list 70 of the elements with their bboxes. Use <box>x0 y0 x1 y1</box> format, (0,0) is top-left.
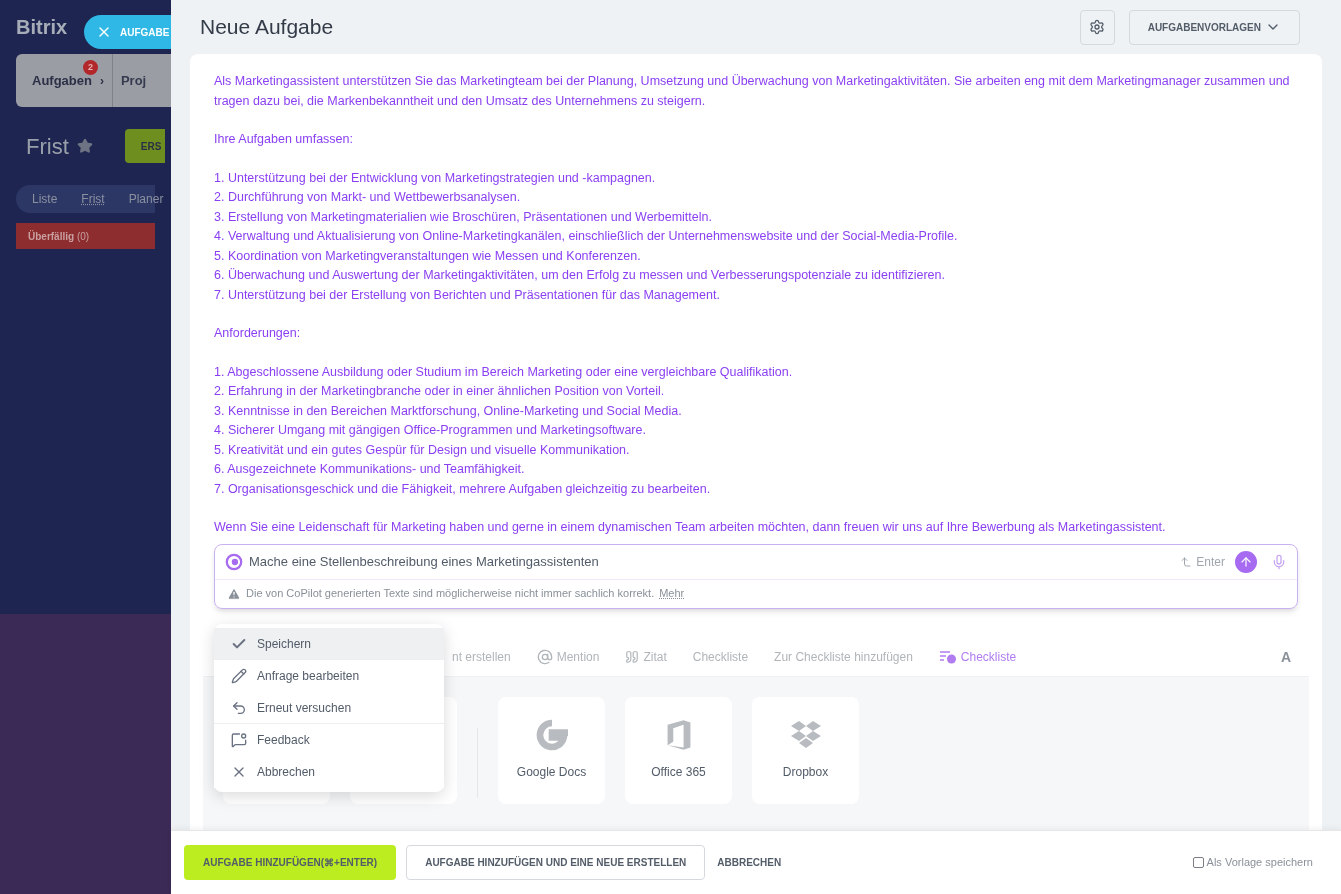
paragraph: Anforderungen: <box>214 325 302 342</box>
format-button[interactable]: A <box>1280 646 1291 668</box>
menu-item[interactable]: Speichern <box>214 628 444 660</box>
enter-hint: Enter <box>1180 552 1225 571</box>
toolbar-item[interactable]: Checkliste <box>938 648 1017 666</box>
service-label: Google Docs <box>516 764 587 781</box>
paragraph: Ihre Aufgaben umfassen: <box>214 131 354 148</box>
list-item: 7. Organisationsgeschick und die Fähigkeit, mehrere Aufgaben gleichzeitig zu bearbeiten. <box>214 480 712 498</box>
at-icon <box>536 649 553 665</box>
list-item: 4. Sicherer Umgang mit gängigen Office-Programmen und Marketingsoftware. <box>214 422 647 439</box>
create-button[interactable]: ERS <box>124 129 165 163</box>
list-item: 3. Kenntnisse in den Bereichen Marktforschung, Online-Marketing und Social Media. <box>214 402 683 420</box>
settings-button[interactable] <box>1079 9 1115 45</box>
menu-item[interactable]: Feedback <box>214 724 444 756</box>
list-item: 1. Unterstützung bei der Entwicklung von Marketingstrategien und -kampagnen. <box>214 169 657 187</box>
cancel-button[interactable]: ABBRECHEN <box>715 845 784 880</box>
pencil-icon <box>231 668 247 684</box>
copilot-icon <box>225 552 243 571</box>
list-item: 2. Durchführung von Markt- und Wettbewerbsanalysen. <box>214 189 522 206</box>
undo-icon <box>231 699 247 716</box>
add-task-button[interactable]: AUFGABE HINZUFÜGEN(⌘+ENTER) <box>184 845 397 880</box>
checkbox[interactable] <box>1192 857 1204 868</box>
column-title: Überfällig (0) <box>28 229 90 244</box>
microphone-icon[interactable] <box>1271 553 1287 570</box>
quote-icon <box>625 650 640 664</box>
menu-item[interactable]: Abbrechen <box>214 756 444 788</box>
service-tile[interactable]: Dropbox <box>752 696 859 804</box>
feedback-icon <box>231 732 247 748</box>
list-item: 4. Verwaltung und Aktualisierung von Online-Marketingkanälen, einschließlich der Unternehmenswebsite und der Social-Media-Profile. <box>214 228 959 245</box>
nav-tab[interactable]: Proj <box>112 54 159 107</box>
prompt-field[interactable]: Mache eine Stellenbeschreibung eines Marketingassistenten <box>249 551 1175 572</box>
paragraph: Als Marketingassistent unterstützen Sie das Marketingteam bei der Planung, Umsetzung und Überwachung von Marketingaktivitäten. Sie arbeiten eng mit dem Marketingmanager zusammen und tragen dazu bei, die Markenbekanntheit und den Umsatz des Unternehmens zu steigern. <box>214 73 1291 110</box>
send-button[interactable] <box>1235 550 1257 573</box>
service-tile[interactable]: Office 365 <box>625 696 732 804</box>
list-item: 6. Ausgezeichnete Kommunikations- und Teamfähigkeit. <box>214 461 526 478</box>
warning-icon <box>227 586 241 601</box>
g-logo-icon <box>535 719 568 751</box>
menu-item[interactable]: Erneut versuchen <box>214 692 444 724</box>
list-item: 3. Erstellung von Marketingmaterialien wie Broschüren, Präsentationen und Werbemitteln. <box>214 208 713 226</box>
list-item: 2. Erfahrung in der Marketingbranche oder in einer ähnlichen Position von Vorteil. <box>214 383 666 400</box>
arrow-up-icon <box>1239 554 1253 569</box>
list-item: 7. Unterstützung bei der Erstellung von Berichten und Präsentationen für das Management. <box>214 286 721 304</box>
panel-title: Neue Aufgabe <box>200 14 334 41</box>
more-link[interactable]: Mehr <box>659 585 685 602</box>
view-tab[interactable]: Planer <box>128 190 164 208</box>
service-tile[interactable]: Google Docs <box>498 696 605 804</box>
paragraph: Wenn Sie eine Leidenschaft für Marketing haben und gerne in einem dynamischen Team arbeiten möchten, dann freuen wir uns auf Ihre Bewerbung als Marketingassistent. <box>214 519 1167 536</box>
star-icon <box>76 138 93 154</box>
nav-tab[interactable]: Aufgaben › 2 <box>16 54 113 107</box>
disclaimer-text: Die von CoPilot generierten Texte sind möglicherweise nicht immer sachlich korrekt. <box>246 586 655 602</box>
logo: Bitrix <box>16 15 68 40</box>
view-tab[interactable]: Liste <box>32 190 58 208</box>
dropbox-logo-icon <box>789 719 822 751</box>
settings-icon <box>1089 19 1106 35</box>
list-item: 5. Koordination von Marketingveranstaltungen wie Messen und Konferenzen. <box>214 247 642 265</box>
chevron: › <box>99 72 104 89</box>
list-item: 6. Überwachung und Auswertung der Marketingaktivitäten, um den Erfolg zu messen und Verbesserungspotenziale zu identifizieren. <box>214 267 946 284</box>
list-item: 5. Kreativität und ein gutes Gespür für Design und visuelle Kommunikation. <box>214 441 631 459</box>
notification-badge: 2 <box>82 60 98 75</box>
list-item: 1. Abgeschlossene Ausbildung oder Studium im Bereich Marketing oder eine vergleichbare Qualifikation. <box>214 363 794 381</box>
service-label: Office 365 <box>651 764 706 781</box>
service-label: Dropbox <box>782 764 829 781</box>
templates-button[interactable]: AUFGABENVORLAGEN <box>1128 9 1300 45</box>
return-icon <box>1180 555 1193 568</box>
page-title: Frist <box>26 132 69 161</box>
checklist-sparkle-icon <box>938 650 957 664</box>
view-tab[interactable]: Frist <box>81 190 105 208</box>
checkbox-label: Als Vorlage speichern <box>1206 855 1313 871</box>
add-and-new-button[interactable]: AUFGABE HINZUFÜGEN UND EINE NEUE ERSTELLEN <box>406 845 706 880</box>
menu-item[interactable]: Anfrage bearbeiten <box>214 660 444 692</box>
